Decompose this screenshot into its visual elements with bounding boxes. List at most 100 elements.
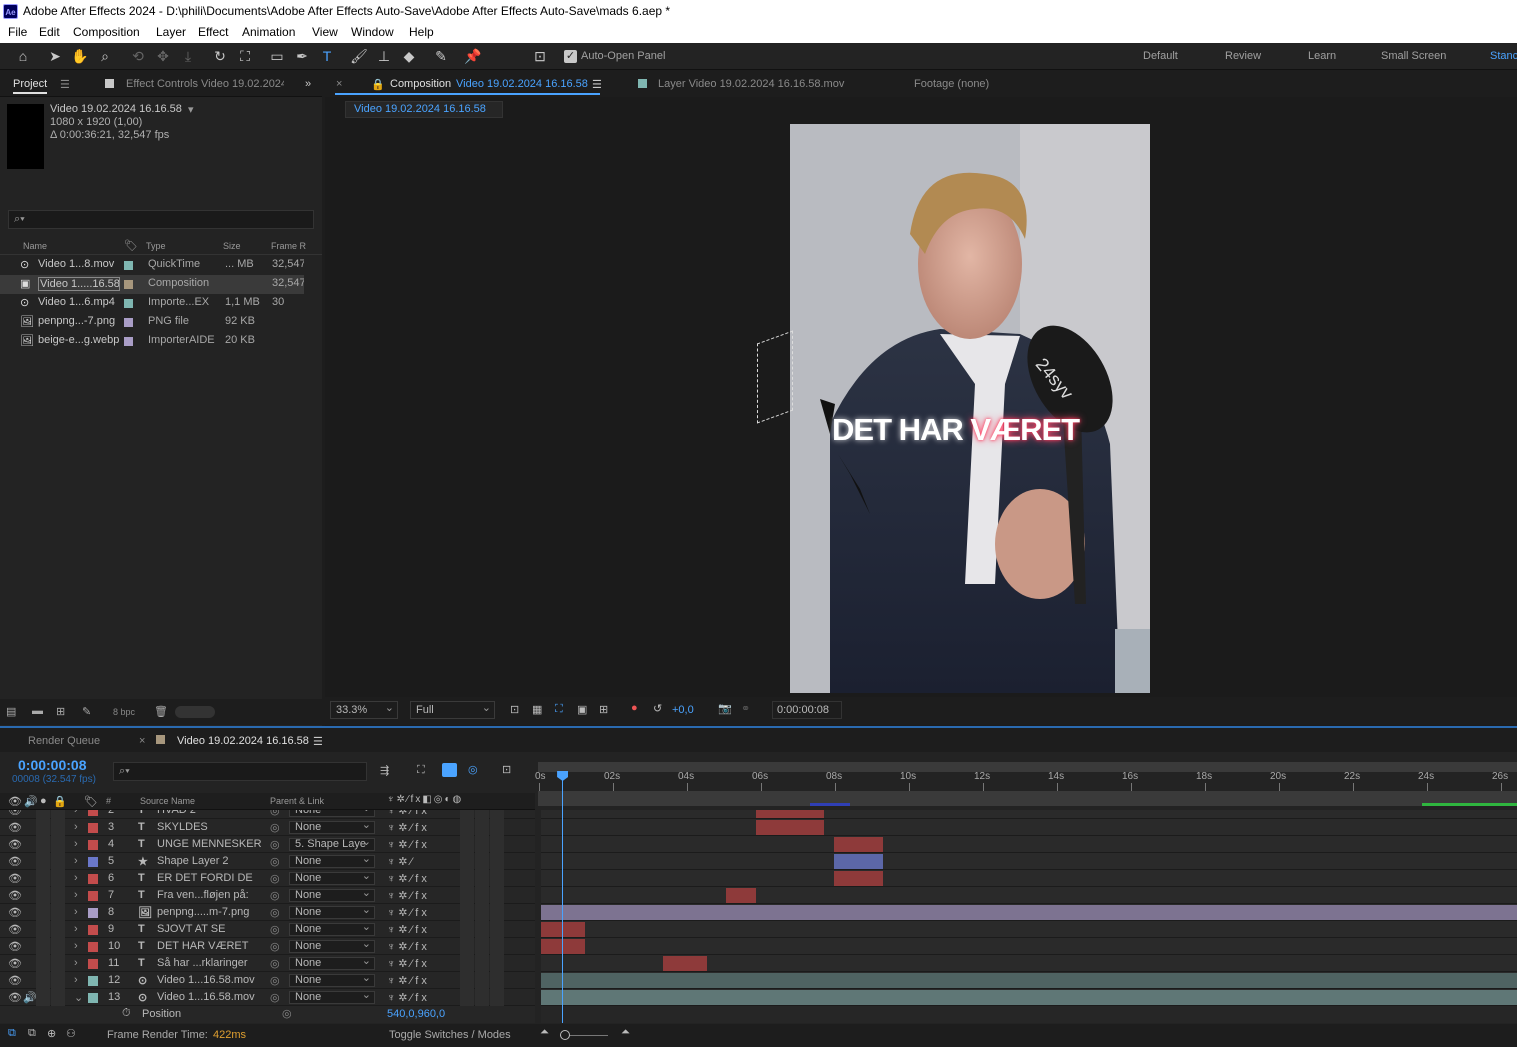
chevron-right-icon[interactable]: › [74, 872, 78, 884]
menu-animation[interactable]: Animation [242, 25, 295, 39]
chevron-right-icon[interactable]: › [74, 821, 78, 833]
layer-name[interactable]: Fra ven...fløjen på: [157, 889, 265, 901]
switch-cell[interactable] [490, 904, 504, 921]
label-color-swatch[interactable] [124, 261, 133, 270]
solo-switch[interactable] [36, 972, 50, 989]
panel-overflow-icon[interactable]: » [305, 78, 311, 90]
switch-cell[interactable] [490, 989, 504, 1006]
pickwhip-icon[interactable]: ◎ [282, 1007, 292, 1020]
switch-cell[interactable] [475, 870, 489, 887]
close-icon[interactable]: × [139, 735, 145, 747]
panel-menu-icon[interactable]: ☰ [592, 78, 602, 91]
menu-composition[interactable]: Composition [73, 25, 140, 39]
switch-cell[interactable] [475, 955, 489, 972]
pan-camera-icon[interactable]: ✥ [153, 47, 173, 65]
solo-switch[interactable] [36, 836, 50, 853]
parent-select[interactable]: None [289, 991, 375, 1004]
tab-footage[interactable]: Footage (none) [914, 78, 989, 90]
layer-row[interactable]: 👁 › 2 T HVAD 2 ◎ None ♆✲⁄fx [0, 810, 535, 819]
chevron-down-icon[interactable]: ▾ [188, 103, 194, 116]
panel-menu-icon[interactable]: ☰ [60, 78, 70, 91]
switch-cell[interactable] [460, 819, 474, 836]
lock-switch[interactable] [51, 938, 65, 955]
project-item-row[interactable]: ⊙ Video 1...6.mp4 Importe...EX 1,1 MB 30 [0, 294, 304, 313]
layer-switches[interactable]: ♆✲⁄fx [387, 810, 430, 817]
project-item-row[interactable]: ⊙ Video 1...8.mov QuickTime ... MB 32,547 [0, 256, 304, 275]
layer-duration-bar[interactable] [755, 820, 825, 835]
parent-select[interactable]: None [289, 872, 375, 885]
solo-switch[interactable] [36, 870, 50, 887]
col-parent-link[interactable]: Parent & Link [270, 796, 324, 806]
menu-file[interactable]: File [8, 25, 27, 39]
solo-switch[interactable] [36, 955, 50, 972]
parent-select[interactable]: None [289, 974, 375, 987]
pickwhip-icon[interactable]: ◎ [270, 889, 280, 902]
layer-row[interactable]: 👁 › 12 ⊙ Video 1...16.58.mov ◎ None ♆✲⁄fx [0, 972, 535, 989]
layer-row[interactable]: 👁 › 10 T DET HAR VÆRET ◎ None ♆✲⁄fx [0, 938, 535, 955]
label-tag-icon[interactable]: 🏷 [84, 795, 98, 808]
layer-name[interactable]: SKYLDES [157, 821, 265, 833]
switch-cell[interactable] [460, 836, 474, 853]
layer-label-swatch[interactable] [88, 874, 98, 884]
layer-switches[interactable]: ♆✲⁄fx [387, 906, 430, 919]
label-color-swatch[interactable] [124, 280, 133, 289]
switch-cell[interactable] [475, 887, 489, 904]
workspace-review[interactable]: Review [1225, 50, 1261, 62]
color-channels-icon[interactable]: ● [631, 702, 638, 714]
motion-blur-icon[interactable]: ◎ [468, 763, 478, 776]
switch-cell[interactable] [490, 938, 504, 955]
eraser-tool-icon[interactable]: ◆ [399, 47, 419, 65]
frame-blending-icon[interactable] [442, 763, 457, 777]
layer-label-swatch[interactable] [88, 925, 98, 935]
lock-icon[interactable]: 🔒 [53, 795, 67, 808]
graph-editor-icon[interactable]: ⊡ [502, 763, 511, 776]
layer-switches[interactable]: ♆✲⁄fx [387, 821, 430, 834]
layer-label-swatch[interactable] [88, 959, 98, 969]
parent-select[interactable]: None [289, 889, 375, 902]
project-item-name[interactable]: beige-e...g.webp [38, 334, 120, 346]
switch-cell[interactable] [475, 972, 489, 989]
new-composition-icon[interactable]: ⊞ [56, 705, 65, 718]
eye-icon[interactable]: 👁 [8, 810, 22, 817]
timeline-track-area[interactable]: 0s 02s 04s 06s 08s 10s 12s 14s 16s 18s 20s 22s 24s 26… [535, 757, 1517, 1027]
chevron-right-icon[interactable]: › [74, 838, 78, 850]
layer-name[interactable]: Så har ...rklaringer [157, 957, 265, 969]
switch-cell[interactable] [460, 904, 474, 921]
switch-cell[interactable] [460, 972, 474, 989]
orbit-camera-icon[interactable]: ⟲ [128, 47, 148, 65]
puppet-tool-icon[interactable]: 📌 [463, 47, 483, 65]
lock-switch[interactable] [51, 870, 65, 887]
switch-cell[interactable] [475, 904, 489, 921]
tab-layer[interactable]: Layer Video 19.02.2024 16.16.58.mov [658, 78, 844, 90]
switch-cell[interactable] [460, 955, 474, 972]
parent-select[interactable]: None [289, 855, 375, 868]
tab-render-queue[interactable]: Render Queue [28, 735, 100, 747]
pickwhip-icon[interactable]: ◎ [270, 957, 280, 970]
layer-row[interactable]: 👁 › 11 T Så har ...rklaringer ◎ None ♆✲⁄fx [0, 955, 535, 972]
solo-switch[interactable] [36, 938, 50, 955]
eye-icon[interactable]: 👁 [8, 957, 22, 970]
workspace-small-screen[interactable]: Small Screen [1381, 50, 1446, 62]
pickwhip-icon[interactable]: ◎ [270, 991, 280, 1004]
lock-switch[interactable] [51, 989, 65, 1006]
col-type[interactable]: Type [146, 241, 166, 251]
exposure-value[interactable]: +0,0 [672, 704, 694, 716]
col-size[interactable]: Size [223, 241, 241, 251]
eye-icon[interactable]: 👁 [8, 906, 22, 919]
layer-label-swatch[interactable] [88, 857, 98, 867]
breadcrumb-comp-name[interactable]: Video 19.02.2024 16.16.58 [354, 103, 486, 115]
pickwhip-icon[interactable]: ◎ [270, 974, 280, 987]
fast-previews-icon[interactable]: ⊡ [510, 703, 519, 716]
layer-name[interactable]: DET HAR VÆRET [157, 940, 265, 952]
switch-cell[interactable] [490, 853, 504, 870]
chevron-right-icon[interactable]: › [74, 940, 78, 952]
switch-cell[interactable] [490, 887, 504, 904]
workspace-default[interactable]: Default [1143, 50, 1178, 62]
pickwhip-icon[interactable]: ◎ [270, 855, 280, 868]
tab-timeline-comp[interactable]: Video 19.02.2024 16.16.58 [177, 735, 309, 747]
roto-brush-icon[interactable]: ✎ [431, 47, 451, 65]
comp-flowchart-breadcrumb[interactable]: Video 19.02.2024 16.16.58 [345, 101, 503, 118]
layer-switches[interactable]: ♆✲⁄fx [387, 991, 430, 1004]
switch-cell[interactable] [475, 853, 489, 870]
thumbnail-size-slider[interactable] [175, 706, 215, 718]
